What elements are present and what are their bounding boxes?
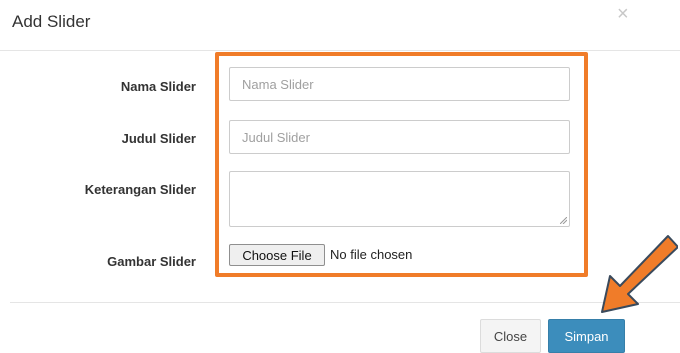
save-button[interactable]: Simpan [548, 319, 625, 353]
modal-title: Add Slider [12, 12, 91, 31]
footer-divider [10, 302, 680, 303]
keterangan-slider-textarea[interactable] [229, 171, 570, 227]
nama-slider-label: Nama Slider [120, 79, 196, 94]
judul-slider-label: Judul Slider [121, 131, 196, 146]
keterangan-slider-label: Keterangan Slider [84, 182, 196, 197]
close-icon[interactable]: × [617, 4, 629, 24]
header-divider [0, 50, 680, 51]
add-slider-modal: Add Slider × Nama Slider Judul Slider Ke… [0, 0, 680, 353]
resize-grip-icon[interactable] [560, 217, 567, 224]
arrow-pointer-icon [601, 235, 678, 313]
close-button[interactable]: Close [480, 319, 541, 353]
file-status-text: No file chosen [330, 247, 413, 262]
judul-slider-input[interactable] [229, 120, 570, 154]
gambar-slider-label: Gambar Slider [107, 254, 196, 269]
choose-file-button[interactable]: Choose File [229, 244, 325, 266]
nama-slider-input[interactable] [229, 67, 570, 101]
